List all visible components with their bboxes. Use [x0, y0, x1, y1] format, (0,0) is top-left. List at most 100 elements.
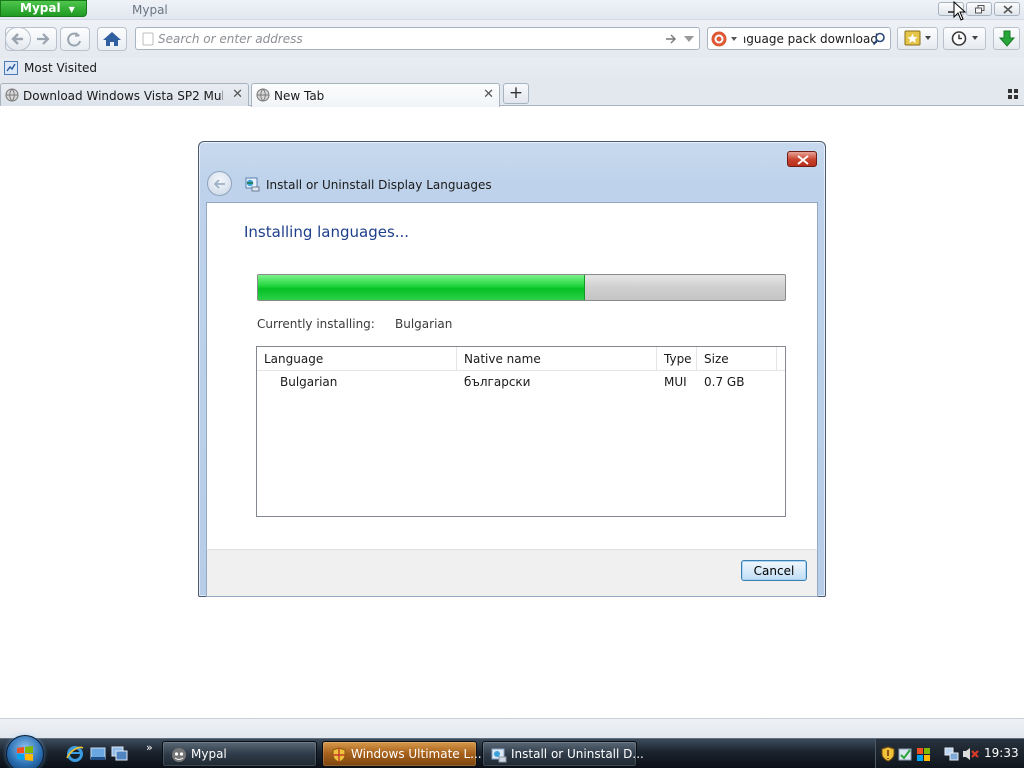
taskbar-item-label: Mypal	[191, 747, 227, 761]
reload-icon	[67, 32, 81, 47]
tab-vista-download[interactable]: Download Windows Vista SP2 Multili... ✕	[0, 83, 249, 106]
column-header-language[interactable]: Language	[257, 347, 457, 371]
new-tab-button[interactable]: +	[503, 83, 529, 104]
language-icon	[491, 748, 507, 763]
dialog-back-button[interactable]	[207, 171, 232, 196]
search-input-value: nguage pack download	[744, 32, 878, 46]
chevron-down-icon: ▼	[68, 5, 75, 14]
dialog-footer: Cancel	[206, 549, 818, 597]
globe-icon	[5, 88, 19, 102]
language-list[interactable]: Language Native name Type Size Bulgarian…	[256, 346, 786, 517]
column-header-native-name[interactable]: Native name	[457, 347, 657, 371]
address-input[interactable]	[158, 30, 658, 47]
close-icon	[797, 155, 809, 165]
taskbar-item-mypal[interactable]: Mypal	[162, 741, 317, 767]
page-icon	[142, 32, 154, 46]
duckduckgo-icon	[711, 31, 737, 47]
cell-native-name: български	[464, 375, 531, 389]
home-button[interactable]	[97, 27, 127, 51]
most-visited-bookmark[interactable]: Most Visited	[4, 61, 97, 75]
windows-logo-icon	[17, 746, 33, 761]
search-engine-selector[interactable]	[710, 30, 740, 48]
address-bar[interactable]	[135, 27, 700, 50]
most-visited-label: Most Visited	[24, 61, 98, 75]
history-button[interactable]	[943, 27, 986, 50]
update-check-icon[interactable]	[898, 746, 912, 762]
app-menu-label: Mypal	[20, 1, 61, 15]
dialog-content: Installing languages... Currently instal…	[206, 202, 818, 549]
bookmarks-button[interactable]	[897, 27, 938, 50]
column-header-type[interactable]: Type	[657, 347, 697, 371]
reload-button[interactable]	[60, 27, 90, 51]
cell-size: 0.7 GB	[704, 375, 745, 389]
search-bar[interactable]: nguage pack download	[707, 27, 891, 50]
shield-icon	[332, 747, 346, 763]
mypal-icon	[172, 748, 186, 762]
back-forward-group	[5, 27, 57, 51]
taskbar-item-label: Install or Uninstall D...	[511, 747, 644, 761]
volume-muted-icon[interactable]	[962, 746, 980, 762]
bookmark-star-icon	[904, 30, 931, 46]
show-desktop-icon[interactable]	[89, 745, 107, 763]
window-controls	[938, 2, 1020, 16]
start-button[interactable]	[6, 735, 44, 768]
search-input[interactable]: nguage pack download	[744, 32, 878, 46]
back-arrow-icon	[11, 33, 23, 45]
dialog-title: Install or Uninstall Display Languages	[266, 178, 492, 192]
bookmarks-toolbar: Most Visited	[0, 58, 1024, 82]
taskbar-item-install-languages[interactable]: Install or Uninstall D...	[482, 741, 644, 767]
windows-update-icon[interactable]	[916, 746, 930, 762]
column-header-size[interactable]: Size	[697, 347, 777, 371]
close-window-button[interactable]	[994, 2, 1020, 16]
taskbar-item-label: Windows Ultimate L...	[351, 747, 482, 761]
taskbar-item-windows-ultimate[interactable]: Windows Ultimate L...	[322, 741, 482, 767]
globe-icon	[256, 88, 270, 102]
mouse-cursor-icon	[953, 1, 967, 21]
home-icon	[103, 32, 121, 46]
install-heading: Installing languages...	[244, 223, 410, 241]
restore-button[interactable]	[966, 2, 992, 16]
quick-launch-more-icon[interactable]: »	[146, 741, 153, 754]
system-clock[interactable]: 19:33	[984, 746, 1019, 760]
progress-fill	[258, 275, 585, 300]
tab-new-tab[interactable]: New Tab ✕	[251, 83, 500, 107]
list-header: Language Native name Type Size	[257, 347, 785, 371]
restore-icon	[975, 5, 985, 14]
browser-status-bar	[0, 718, 1024, 738]
back-arrow-icon	[213, 179, 225, 189]
download-arrow-icon	[998, 30, 1016, 47]
close-icon	[1003, 5, 1013, 14]
install-languages-dialog: Install or Uninstall Display Languages I…	[198, 141, 826, 597]
taskbar: » Mypal Windows Ultimate L... Install or…	[0, 735, 1024, 768]
tab-label: New Tab	[274, 89, 325, 103]
cell-type: MUI	[664, 375, 687, 389]
network-icon[interactable]	[944, 746, 960, 762]
internet-explorer-icon[interactable]	[66, 745, 84, 763]
tab-close-icon[interactable]: ✕	[232, 87, 243, 102]
browser-titlebar: Mypal ▼ Mypal	[0, 0, 1024, 20]
downloads-button[interactable]	[993, 27, 1020, 50]
dialog-close-button[interactable]	[787, 151, 817, 167]
switch-windows-icon[interactable]	[111, 745, 129, 763]
security-shield-icon[interactable]	[881, 746, 895, 762]
go-arrow-icon[interactable]	[664, 32, 678, 46]
tab-close-icon[interactable]: ✕	[483, 87, 494, 102]
currently-installing-value: Bulgarian	[395, 317, 453, 331]
back-button[interactable]	[5, 27, 31, 51]
search-icon[interactable]	[872, 32, 886, 46]
list-item[interactable]: Bulgarian български MUI 0.7 GB	[257, 372, 785, 392]
history-dropdown-icon[interactable]	[683, 32, 695, 46]
tab-label: Download Windows Vista SP2 Multili...	[23, 89, 223, 103]
clock-icon	[951, 31, 978, 46]
window-title: Mypal	[132, 3, 168, 17]
forward-arrow-icon[interactable]	[34, 28, 54, 50]
cell-language: Bulgarian	[280, 375, 338, 389]
list-all-tabs-icon[interactable]	[1007, 88, 1019, 100]
install-progress-bar	[257, 274, 786, 301]
currently-installing-label: Currently installing:	[257, 317, 375, 331]
language-icon	[245, 177, 260, 192]
system-tray: 19:33	[875, 739, 1024, 768]
app-menu-button[interactable]: Mypal ▼	[0, 0, 87, 17]
cancel-button[interactable]: Cancel	[741, 560, 807, 581]
plus-icon: +	[508, 83, 524, 103]
